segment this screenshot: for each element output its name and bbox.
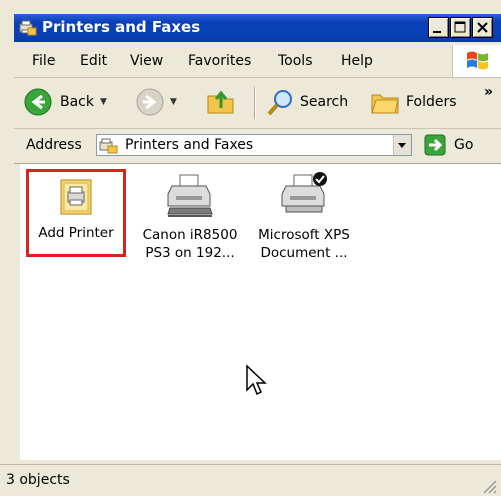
go-button[interactable]: Go <box>424 134 473 156</box>
chevron-down-icon <box>398 143 406 148</box>
chevron-down-icon[interactable]: ▼ <box>170 97 177 107</box>
go-arrow-icon <box>424 134 446 156</box>
add-printer-item[interactable]: Add Printer <box>22 178 130 242</box>
standard-toolbar: Back ▼ ▼ Search Folders » <box>14 78 501 129</box>
printer-folder-icon <box>99 138 118 154</box>
explorer-window: Printers and Faxes File Edit View Favori… <box>0 0 501 496</box>
back-button[interactable]: Back ▼ <box>24 88 107 116</box>
folders-button[interactable]: Folders <box>370 87 457 117</box>
default-printer-icon <box>281 172 327 213</box>
folders-icon <box>371 94 399 114</box>
network-printer-icon <box>167 174 213 217</box>
address-label: Address <box>26 137 82 153</box>
folder-up-icon <box>207 90 234 114</box>
menu-file[interactable]: File <box>32 53 55 69</box>
forward-button[interactable]: ▼ <box>136 88 177 116</box>
windows-logo <box>452 45 501 77</box>
minimize-button[interactable] <box>428 17 449 38</box>
maximize-button[interactable] <box>450 17 471 38</box>
address-bar: Address Printers and Faxes Go <box>14 129 501 164</box>
windows-flag-icon <box>467 51 488 70</box>
menu-view[interactable]: View <box>130 53 163 69</box>
canon-printer-item[interactable]: Canon iR8500 PS3 on 192... <box>136 172 244 262</box>
mouse-cursor-icon <box>246 364 267 396</box>
status-bar: 3 objects <box>0 464 501 496</box>
back-arrow-icon <box>24 88 52 116</box>
menu-help[interactable]: Help <box>341 53 373 69</box>
maximize-icon <box>454 21 466 33</box>
title-bar[interactable]: Printers and Faxes <box>14 14 501 42</box>
close-icon <box>477 22 488 33</box>
menu-tools[interactable]: Tools <box>278 53 313 69</box>
search-icon <box>267 90 292 116</box>
xps-printer-item[interactable]: Microsoft XPS Document ... <box>250 172 358 262</box>
toolbar-separator <box>254 87 256 119</box>
toolbar-overflow-chevron[interactable]: » <box>484 84 493 100</box>
folder-content[interactable]: Add Printer Canon iR8500 PS3 on 192... M… <box>14 164 501 460</box>
menu-bar: File Edit View Favorites Tools Help <box>14 45 501 78</box>
search-button[interactable]: Search <box>266 87 348 117</box>
forward-arrow-icon <box>136 88 164 116</box>
window-title: Printers and Faxes <box>42 18 201 36</box>
menu-edit[interactable]: Edit <box>80 53 107 69</box>
address-input[interactable]: Printers and Faxes <box>96 134 412 156</box>
add-printer-icon <box>60 179 92 215</box>
status-text: 3 objects <box>6 472 70 488</box>
resize-grip-icon[interactable] <box>480 477 498 495</box>
chevron-down-icon[interactable]: ▼ <box>100 97 107 107</box>
minimize-icon <box>433 31 441 33</box>
menu-favorites[interactable]: Favorites <box>188 53 251 69</box>
close-button[interactable] <box>472 17 493 38</box>
up-button[interactable] <box>206 86 236 116</box>
address-dropdown-button[interactable] <box>393 135 411 155</box>
printer-folder-icon <box>19 20 37 36</box>
